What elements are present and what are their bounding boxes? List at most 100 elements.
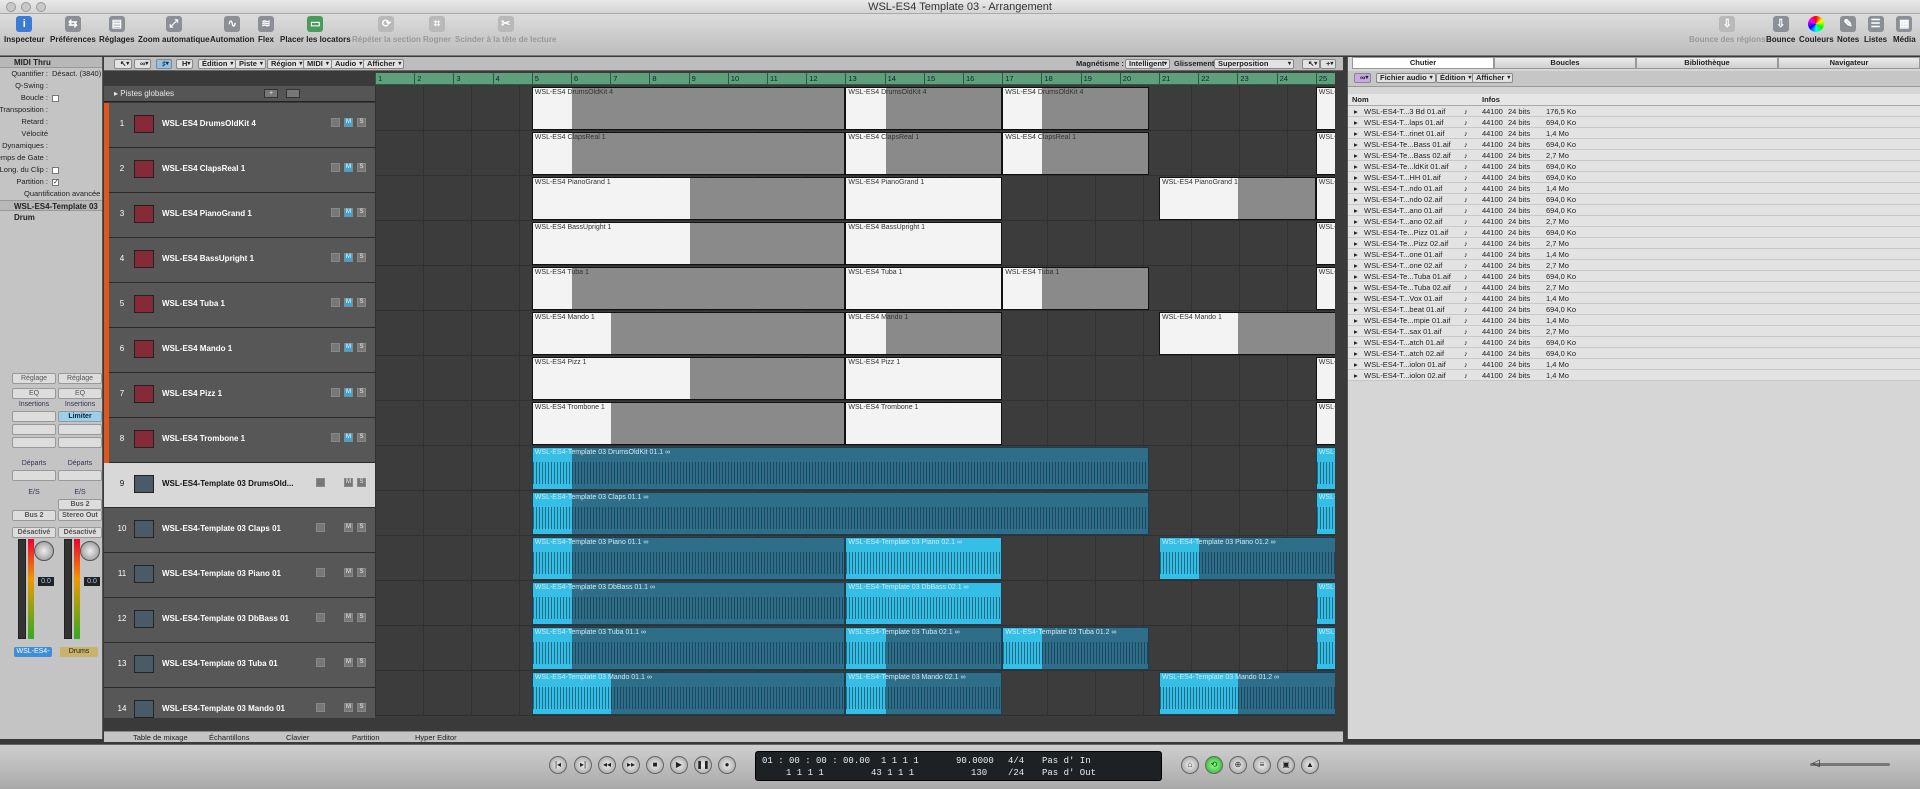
midi-region[interactable]: WSL-ES4 Pizz 1	[845, 357, 1003, 400]
audio-region[interactable]: WSL-ES4-Template 03 Tuba 01.1 ∞	[531, 627, 846, 670]
inspector-param[interactable]: Q-Swing :	[0, 80, 102, 92]
pause-icon[interactable]: ❚❚	[694, 756, 712, 774]
mute-button[interactable]: M	[344, 703, 353, 712]
menu-view[interactable]: Afficher	[363, 59, 405, 69]
insert-slot-left-1[interactable]	[12, 411, 56, 422]
link-icon[interactable]: ∞	[1354, 73, 1372, 83]
file-row[interactable]: ▸ WSL-ES4-Te...ldKit 01.aif ♪ 44100 24 bits 6…	[1348, 161, 1920, 172]
menu-midi[interactable]: MIDI	[303, 59, 332, 69]
hide-tool[interactable]: H	[176, 59, 194, 69]
tab-mixer[interactable]: Table de mixage	[133, 732, 188, 743]
solo-button[interactable]: S	[357, 433, 366, 442]
bus-left[interactable]: Bus 2	[12, 510, 56, 521]
volume-fader-left[interactable]	[18, 539, 26, 639]
disclosure-icon[interactable]: ▸	[1354, 238, 1358, 249]
audio-region[interactable]: WSL-ES4-Template 03 Piano 01.2 ∞	[1159, 537, 1335, 580]
drag-select[interactable]: Superposition	[1214, 59, 1294, 69]
midi-region[interactable]: WSL-ES4 DrumsOldKit 4	[1002, 87, 1150, 130]
set-locators-button[interactable]: ▭ Placer les locators	[280, 16, 351, 52]
setting-button-left[interactable]: Réglage	[12, 373, 56, 384]
midi-region[interactable]: WSL-ES4 PianoGrand 1	[1315, 177, 1335, 220]
file-row[interactable]: ▸ WSL-ES4-Te...Tuba 01.aif ♪ 44100 24 bits 69…	[1348, 271, 1920, 282]
automation-mode-left[interactable]: Désactivé	[12, 527, 56, 538]
mute-button[interactable]: M	[344, 343, 353, 352]
record-enable-icon[interactable]	[331, 343, 340, 352]
midi-region[interactable]: WSL-ES4 Trombone 1	[845, 402, 1003, 445]
file-row[interactable]: ▸ WSL-ES4-Te...Bass 02.aif ♪ 44100 24 bits 2,…	[1348, 150, 1920, 161]
midi-region[interactable]: WSL-ES4 Tuba 1	[531, 267, 846, 310]
inspector-param[interactable]: Dynamiques :	[0, 140, 102, 152]
file-row[interactable]: ▸ WSL-ES4-T...one 01.aif ♪ 44100 24 bits 1,4 …	[1348, 249, 1920, 260]
solo-button[interactable]: S	[357, 118, 366, 127]
solo-button[interactable]: S	[357, 343, 366, 352]
mute-button[interactable]: M	[344, 163, 353, 172]
record-enable-icon[interactable]	[331, 208, 340, 217]
track-header[interactable]: 2 WSL-ES4 ClapsReal 1 MS	[104, 148, 375, 193]
mute-button[interactable]: M	[344, 253, 353, 262]
file-row[interactable]: ▸ WSL-ES4-Te...Pizz 02.aif ♪ 44100 24 bits 2,…	[1348, 238, 1920, 249]
file-row[interactable]: ▸ WSL-ES4-Te...Tuba 02.aif ♪ 44100 24 bits 2,…	[1348, 282, 1920, 293]
midi-region[interactable]: WSL-ES4 PianoGrand 1	[531, 177, 846, 220]
disclosure-icon[interactable]: ▸	[1354, 161, 1358, 172]
tab-hyper-editor[interactable]: Hyper Editor	[415, 732, 457, 743]
midi-region[interactable]: WSL-ES4 Pizz 1	[531, 357, 846, 400]
solo-button[interactable]: S	[357, 478, 366, 487]
input-monitor-icon[interactable]	[316, 568, 325, 577]
setting-button-right[interactable]: Réglage	[58, 373, 102, 384]
input-monitor-icon[interactable]	[316, 613, 325, 622]
input-monitor-icon[interactable]	[316, 523, 325, 532]
pan-knob-right[interactable]	[80, 541, 100, 561]
sync-icon[interactable]: ▣	[1277, 756, 1295, 774]
inspector-param-value[interactable]: Désact. (3840)	[52, 68, 101, 80]
midi-region[interactable]: WSL-ES4 Mando 1	[1159, 312, 1335, 355]
menu-track[interactable]: Piste	[235, 59, 266, 69]
repeat-section-button[interactable]: ⟳ Répéter la section	[352, 16, 421, 52]
partition-checkbox[interactable]: ✓	[52, 178, 59, 186]
solo-button[interactable]: S	[357, 568, 366, 577]
track-options-icon[interactable]	[286, 89, 300, 98]
solo-button[interactable]: S	[357, 163, 366, 172]
midi-region[interactable]: WSL-ES4 PianoGrand 1	[845, 177, 1003, 220]
mute-button[interactable]: M	[344, 388, 353, 397]
output-right[interactable]: Stereo Out	[58, 510, 102, 521]
eq-button-left[interactable]: EQ	[12, 388, 56, 399]
audio-region[interactable]: WSL-ES4-Template 03 Mando 01.1 ∞	[531, 672, 846, 715]
disclosure-icon[interactable]: ▸	[1354, 282, 1358, 293]
tab-bin[interactable]: Chutier	[1352, 57, 1494, 69]
midi-region[interactable]: WSL-ES4 Tuba 1	[1315, 267, 1335, 310]
disclosure-icon[interactable]: ▸	[1354, 128, 1358, 139]
solo-icon[interactable]: ≡	[1253, 756, 1271, 774]
menu-edit[interactable]: Édition	[198, 59, 237, 69]
solo-button[interactable]: S	[357, 703, 366, 712]
inspector-param-value[interactable]	[52, 164, 59, 176]
notes-button[interactable]: ✎ Notes	[1837, 16, 1859, 52]
bounce-button[interactable]: ⇩ Bounce	[1766, 16, 1795, 52]
colors-button[interactable]: Couleurs	[1799, 16, 1834, 52]
bar-ruler[interactable]: 1 2 3 4 5 6 7 8 9 10 11 12 13 14 15 16 17 18 19 20 21 22 23 24 2…	[375, 73, 1335, 85]
midi-region[interactable]: WSL-ES4 Tuba 1	[1002, 267, 1150, 310]
disclosure-icon[interactable]: ▸	[1354, 370, 1358, 381]
disclosure-icon[interactable]: ▸	[1354, 359, 1358, 370]
send-slot-left[interactable]	[12, 470, 56, 481]
disclosure-icon[interactable]: ▸	[1354, 326, 1358, 337]
snap-select[interactable]: Intelligent	[1125, 59, 1170, 69]
inspector-param-value[interactable]: ✓	[52, 176, 59, 188]
mute-button[interactable]: M	[344, 208, 353, 217]
stop-icon[interactable]: ■	[646, 756, 664, 774]
track-header[interactable]: 6 WSL-ES4 Mando 1 MS	[104, 328, 375, 373]
record-enable-icon[interactable]	[331, 433, 340, 442]
file-row[interactable]: ▸ WSL-ES4-T...iolon 02.aif ♪ 44100 24 bits 1,…	[1348, 370, 1920, 381]
tab-piano-roll[interactable]: Clavier	[286, 732, 309, 743]
file-row[interactable]: ▸ WSL-ES4-T...Vox 01.aif ♪ 44100 24 bits 1,4 …	[1348, 293, 1920, 304]
record-enable-icon[interactable]	[331, 298, 340, 307]
disclosure-icon[interactable]: ▸	[1354, 139, 1358, 150]
inspector-param[interactable]: Temps de Gate :	[0, 152, 102, 164]
file-row[interactable]: ▸ WSL-ES4-T...ndo 01.aif ♪ 44100 24 bits 1,4 …	[1348, 183, 1920, 194]
midi-region[interactable]: WSL-ES4 BassUpright 1	[531, 222, 846, 265]
solo-button[interactable]: S	[357, 298, 366, 307]
arrange-area[interactable]: WSL-ES4 DrumsOldKit 4 WSL-ES4 DrumsOldKit…	[375, 86, 1335, 718]
close-window-button[interactable]	[6, 2, 16, 12]
midi-region[interactable]: WSL-ES4 Trombone 1	[531, 402, 846, 445]
mute-button[interactable]: M	[344, 478, 353, 487]
inspector-param[interactable]: Boucle :	[0, 92, 102, 104]
